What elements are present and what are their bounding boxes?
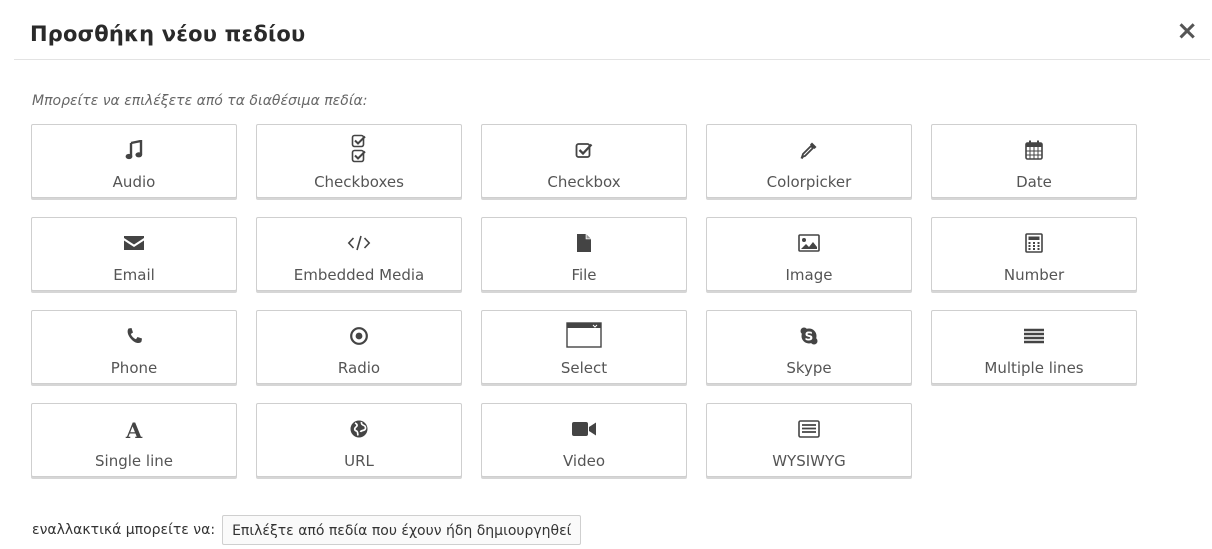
skype-icon: S [707,324,911,348]
field-type-checkboxes[interactable]: Checkboxes [256,124,462,198]
select-icon [482,319,686,351]
image-icon [707,231,911,255]
field-type-email[interactable]: Email [31,217,237,291]
field-type-label: Checkbox [547,173,621,191]
field-type-label: Video [562,452,606,470]
field-type-multiple-lines[interactable]: Multiple lines [931,310,1137,384]
field-type-single-line[interactable]: A Single line [31,403,237,477]
svg-text:S: S [805,330,814,344]
field-type-video[interactable]: Video [481,403,687,477]
alternative-text: εναλλακτικά μπορείτε να: [32,522,216,538]
field-type-label: Audio [112,173,156,191]
eyedropper-icon [707,138,911,162]
field-type-label: Checkboxes [314,173,404,191]
field-type-label: Skype [786,359,832,377]
field-type-label: Multiple lines [984,359,1084,377]
field-type-label: URL [344,452,374,470]
field-type-label: Radio [337,359,381,377]
calculator-icon [932,231,1136,255]
field-type-skype[interactable]: S Skype [706,310,912,384]
field-type-label: Phone [110,359,158,377]
field-type-label: Colorpicker [766,173,852,191]
field-type-label: Email [113,266,155,284]
field-type-audio[interactable]: Audio [31,124,237,198]
field-type-embedded-media[interactable]: Embedded Media [256,217,462,291]
field-type-number[interactable]: Number [931,217,1137,291]
calendar-icon [932,138,1136,162]
intro-text: Μπορείτε να επιλέξετε από τα διαθέσιμα π… [32,93,368,109]
field-type-checkbox[interactable]: Checkbox [481,124,687,198]
music-note-icon [32,138,236,162]
field-type-image[interactable]: Image [706,217,912,291]
file-icon [482,231,686,255]
field-type-file[interactable]: File [481,217,687,291]
field-type-select[interactable]: Select [481,310,687,384]
checkbox-icon [482,138,686,162]
globe-icon [257,417,461,441]
field-type-radio[interactable]: Radio [256,310,462,384]
footer: εναλλακτικά μπορείτε να: Επιλέξτε από πε… [32,515,582,545]
field-type-label: WYSIWYG [772,452,846,470]
phone-icon [32,324,236,348]
code-icon [257,231,461,255]
field-type-label: Select [560,359,608,377]
field-type-label: Embedded Media [293,266,425,284]
letter-a-icon: A [32,417,236,441]
field-type-label: Date [1016,173,1052,191]
field-type-url[interactable]: URL [256,403,462,477]
field-type-phone[interactable]: Phone [31,310,237,384]
choose-existing-fields-button[interactable]: Επιλέξτε από πεδία που έχουν ήδη δημιουρ… [222,515,582,545]
field-type-label: Image [785,266,833,284]
field-type-label: Single line [95,452,173,470]
radio-icon [257,324,461,348]
field-type-label: File [571,266,597,284]
lines-icon [932,324,1136,348]
field-type-date[interactable]: Date [931,124,1137,198]
field-type-wysiwyg[interactable]: WYSIWYG [706,403,912,477]
dialog-title: Προσθήκη νέου πεδίου [30,22,306,46]
dialog-header: Προσθήκη νέου πεδίου × [14,12,1210,60]
field-type-label: Number [1003,266,1065,284]
checkboxes-icon [257,133,461,165]
editor-window-icon [707,417,911,441]
envelope-icon [32,231,236,255]
add-field-dialog: Προσθήκη νέου πεδίου × Μπορείτε να επιλέ… [0,0,1212,549]
svg-text:A: A [125,418,143,441]
video-camera-icon [482,417,686,441]
field-type-colorpicker[interactable]: Colorpicker [706,124,912,198]
close-icon[interactable]: × [1176,18,1198,44]
